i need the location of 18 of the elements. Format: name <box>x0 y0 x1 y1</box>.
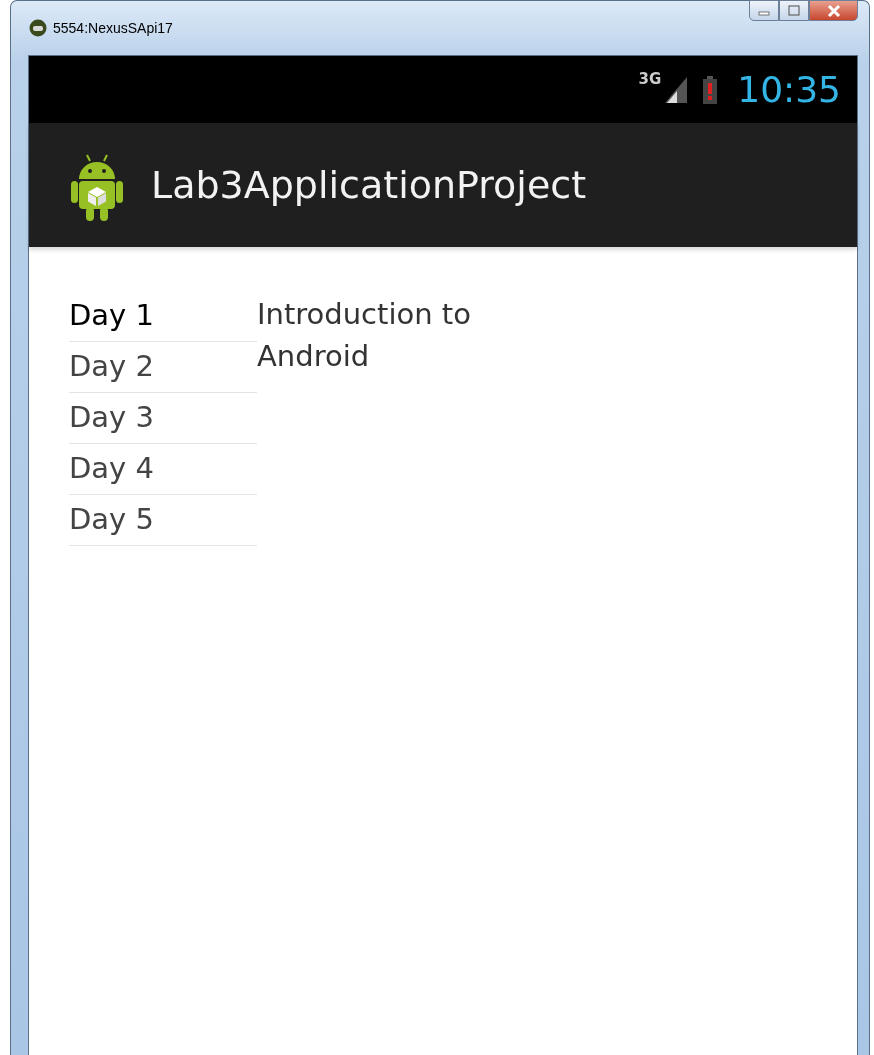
day-list-item[interactable]: Day 4 <box>69 444 257 495</box>
close-icon <box>825 3 842 18</box>
day-list-item[interactable]: Day 3 <box>69 393 257 444</box>
app-title: Lab3ApplicationProject <box>151 163 587 207</box>
day-description: Introduction to Android <box>257 296 472 375</box>
battery-warning-icon <box>703 75 718 104</box>
window-title: 5554:NexusSApi17 <box>53 20 173 36</box>
network-type: 3G <box>638 70 662 88</box>
minimize-button[interactable] <box>749 0 779 21</box>
day-list-item[interactable]: Day 5 <box>69 495 257 546</box>
clock: 10:35 <box>737 69 841 110</box>
maximize-button[interactable] <box>779 0 809 21</box>
close-button[interactable] <box>809 0 858 21</box>
day-list-item[interactable]: Day 1 <box>69 291 257 342</box>
emulator-icon <box>29 19 47 37</box>
day-list-item[interactable]: Day 2 <box>69 342 257 393</box>
maximize-icon <box>787 4 801 17</box>
signal-icon <box>665 76 688 103</box>
